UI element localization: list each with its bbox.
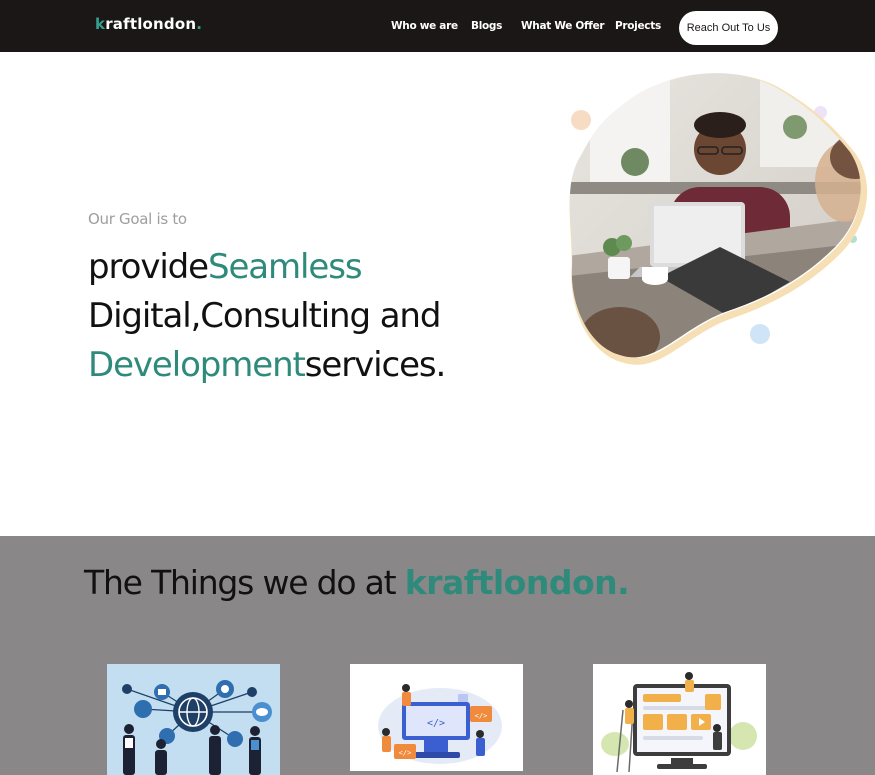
hero-heading-line-2: Digital,Consulting and	[88, 296, 441, 336]
reach-out-button[interactable]: Reach Out To Us	[679, 11, 778, 45]
services-heading-text: The Things we do at	[84, 563, 397, 602]
nav-link-what-we-offer[interactable]: What We Offer	[521, 20, 605, 32]
nav-link-who-we-are[interactable]: Who we are	[391, 20, 458, 32]
hero-office-photo	[569, 73, 868, 365]
service-card-consulting[interactable]	[593, 664, 766, 775]
logo[interactable]: kraftlondon.	[95, 15, 202, 33]
nav-link-projects[interactable]: Projects	[615, 20, 661, 32]
nav-link-blogs[interactable]: Blogs	[471, 20, 502, 32]
hero-intro: Our Goal is to	[88, 210, 187, 228]
digital-network-illustration	[122, 680, 272, 775]
code-glyph: </>	[475, 712, 488, 720]
service-card-development[interactable]: </> </> </>	[350, 664, 523, 771]
code-glyph: </>	[427, 718, 445, 729]
services-heading-brand: kraftlondon.	[404, 563, 630, 602]
hero-word-provide: provide	[88, 247, 209, 287]
hero-section: Our Goal is to provideSeamless Digital,C…	[0, 52, 875, 536]
top-navigation: kraftlondon. Who we are Blogs What We Of…	[0, 0, 875, 52]
hero-word-seamless: Seamless	[207, 247, 363, 287]
logo-text: raftlondon	[105, 15, 197, 33]
services-heading: The Things we do at kraftlondon.	[84, 563, 630, 602]
code-glyph: </>	[399, 749, 412, 757]
hero-heading-line-1: provideSeamless	[88, 247, 363, 287]
services-section: The Things we do at kraftlondon. </> </>…	[0, 536, 875, 775]
development-code-illustration: </> </> </>	[378, 684, 502, 764]
hero-word-services: services.	[304, 345, 447, 385]
service-card-digital[interactable]	[107, 664, 280, 775]
design-ui-illustration	[601, 672, 757, 773]
hero-heading-line-3: Developmentservices.	[88, 345, 447, 385]
hero-word-development: Development	[88, 345, 306, 385]
